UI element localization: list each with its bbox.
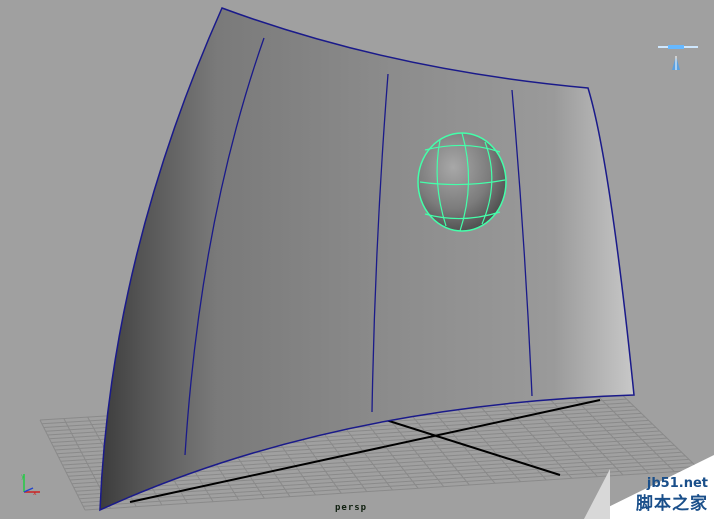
camera-name-label: persp [335, 503, 368, 513]
svg-text:x: x [33, 490, 37, 497]
nurbs-sphere[interactable] [417, 132, 507, 232]
watermark: jb51.net 脚本之家 [574, 449, 714, 519]
3d-viewport[interactable]: x y persp jb51.net 脚本之家 [0, 0, 714, 519]
viewport-scene[interactable]: x y [0, 0, 714, 519]
watermark-name: 脚本之家 [636, 494, 708, 514]
watermark-fold [584, 469, 610, 519]
view-compass-icon[interactable] [658, 45, 698, 70]
svg-text:y: y [21, 473, 25, 480]
axis-triad-icon: x y [21, 473, 40, 497]
